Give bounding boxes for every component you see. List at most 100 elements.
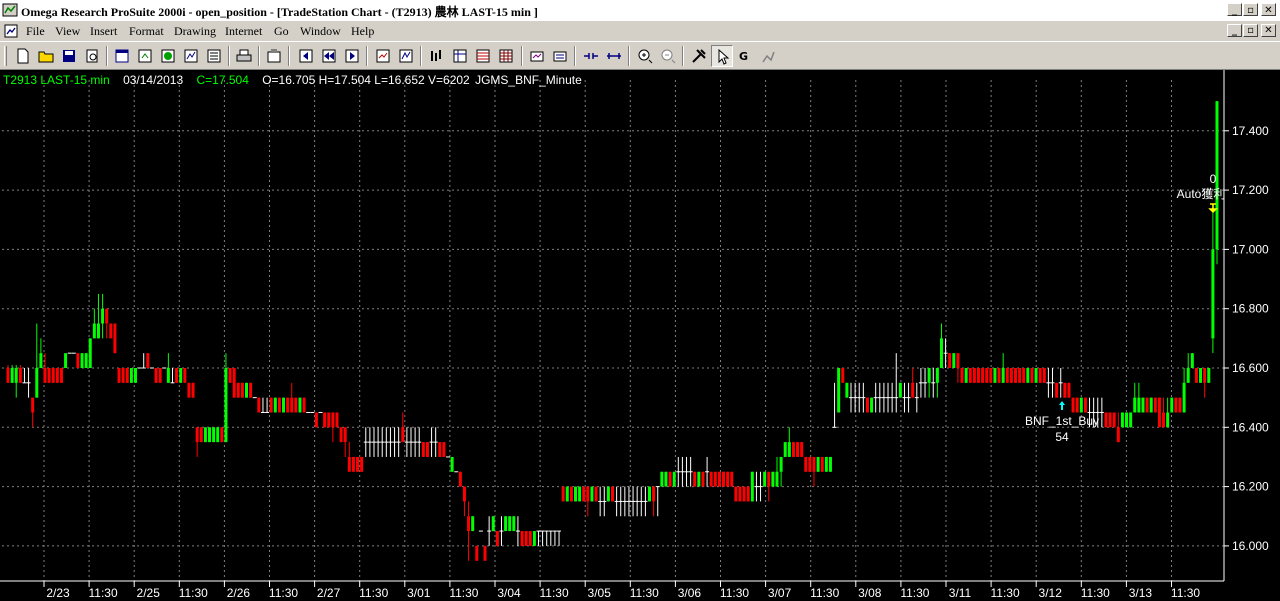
price-bar <box>688 456 693 487</box>
price-bar <box>92 308 96 339</box>
minimize-button[interactable]: _ <box>1227 3 1242 16</box>
mdi-restore-button[interactable]: ▫ <box>1243 24 1258 37</box>
data-window-icon[interactable] <box>425 45 447 67</box>
price-bar <box>767 471 771 502</box>
menu-insert[interactable]: Insert <box>90 24 117 39</box>
price-bar <box>849 382 854 413</box>
price-bar <box>939 323 943 368</box>
menu-help[interactable]: Help <box>351 24 374 39</box>
price-bar <box>536 530 541 546</box>
time-sales-icon[interactable] <box>157 45 179 67</box>
zoom-out-icon[interactable] <box>657 45 679 67</box>
strategy-icon[interactable] <box>757 45 779 67</box>
restore-button[interactable]: ▫ <box>1243 3 1258 16</box>
price-bar <box>487 516 492 546</box>
new-document-icon[interactable] <box>12 45 34 67</box>
mdi-minimize-button[interactable]: _ <box>1227 24 1242 37</box>
scroll-left-icon[interactable] <box>295 45 317 67</box>
menu-file[interactable]: File <box>26 24 45 39</box>
view-table-icon[interactable] <box>472 45 494 67</box>
menu-go[interactable]: Go <box>274 24 289 39</box>
price-bar <box>43 353 47 383</box>
print-preview-icon[interactable] <box>81 45 103 67</box>
refresh-icon[interactable] <box>134 45 156 67</box>
price-bar <box>384 427 389 457</box>
x-tick-label: 3/05 <box>588 586 612 600</box>
price-bar <box>1149 397 1153 413</box>
menu-drawing[interactable]: Drawing <box>174 24 216 39</box>
price-bar <box>684 456 689 487</box>
x-tick-label: 2/25 <box>137 586 161 600</box>
y-tick-label: 16.800 <box>1232 302 1269 316</box>
price-bar <box>339 427 343 443</box>
price-bar <box>886 382 891 413</box>
menu-view[interactable]: View <box>55 24 80 39</box>
price-bar <box>404 427 409 457</box>
menu-format[interactable]: Format <box>129 24 164 39</box>
price-bar <box>1120 412 1124 428</box>
price-bar <box>639 486 644 517</box>
chart-format-icon[interactable] <box>549 45 571 67</box>
price-bar <box>26 368 31 398</box>
exit-signal-label: Auto獲利 <box>1177 187 1226 201</box>
price-bar <box>557 530 562 546</box>
price-bar <box>1182 368 1186 413</box>
menu-window[interactable]: Window <box>300 24 341 39</box>
price-bar <box>1005 368 1009 383</box>
print-icon[interactable] <box>233 45 255 67</box>
mdi-close-button[interactable]: ✕ <box>1261 24 1276 37</box>
expand-bars-icon[interactable] <box>603 45 625 67</box>
price-bar <box>179 368 183 383</box>
compress-bars-icon[interactable] <box>580 45 602 67</box>
price-bar <box>495 531 499 546</box>
scroll-right-icon[interactable] <box>341 45 363 67</box>
price-bar <box>1075 397 1079 413</box>
x-tick-label: 11:30 <box>991 586 1020 600</box>
price-chart[interactable]: 16.000 16.200 16.400 16.600 16.800 17.000 17.2… <box>0 70 1280 601</box>
price-bar <box>1018 368 1022 383</box>
quote-icon[interactable] <box>180 45 202 67</box>
price-bar <box>914 382 919 413</box>
y-tick-label: 16.000 <box>1232 539 1269 553</box>
open-folder-icon[interactable] <box>35 45 57 67</box>
price-bar <box>853 382 858 413</box>
save-icon[interactable] <box>58 45 80 67</box>
radar-icon[interactable] <box>203 45 225 67</box>
price-bar <box>660 471 664 487</box>
menu-internet[interactable]: Internet <box>225 24 262 39</box>
price-bar <box>260 397 265 413</box>
drawing-tools-icon[interactable] <box>688 45 710 67</box>
scroll-left-fast-icon[interactable] <box>318 45 340 67</box>
price-bar <box>504 516 508 532</box>
chart-analysis-icon[interactable] <box>526 45 548 67</box>
price-bar <box>824 456 828 472</box>
price-bar <box>1055 382 1059 398</box>
menu-bar: File View Insert Format Drawing Internet… <box>0 21 1280 41</box>
window-title: Omega Research ProSuite 2000i - open_pos… <box>21 5 538 19</box>
insert-indicator-icon[interactable] <box>372 45 394 67</box>
status-ohlcv: O=16.705 H=17.504 L=16.652 V=6202 <box>262 73 470 87</box>
format-icon[interactable] <box>263 45 285 67</box>
x-tick-label: 2/27 <box>317 586 341 600</box>
view-list-icon[interactable] <box>495 45 517 67</box>
price-bar <box>779 456 783 487</box>
select-arrow-icon[interactable] <box>711 45 733 67</box>
price-bar <box>648 486 652 502</box>
chart-canvas[interactable]: 16.000 16.200 16.400 16.600 16.800 17.000 17.2… <box>0 70 1280 601</box>
insert-study-icon[interactable] <box>395 45 417 67</box>
price-bar <box>1050 368 1055 398</box>
x-tick-label: 11:30 <box>1171 586 1200 600</box>
price-bar <box>758 471 763 502</box>
view-grid-icon[interactable] <box>449 45 471 67</box>
price-bar <box>1194 368 1198 383</box>
price-bar <box>652 486 656 517</box>
go-text-icon[interactable]: G <box>734 45 756 67</box>
price-bar <box>228 368 232 383</box>
zoom-in-icon[interactable] <box>634 45 656 67</box>
document-icon[interactable] <box>3 23 19 39</box>
x-tick-label: 3/12 <box>1039 586 1063 600</box>
close-button[interactable]: ✕ <box>1261 3 1276 16</box>
price-bar <box>96 293 100 339</box>
price-bar <box>985 368 989 383</box>
chart-window-icon[interactable] <box>111 45 133 67</box>
